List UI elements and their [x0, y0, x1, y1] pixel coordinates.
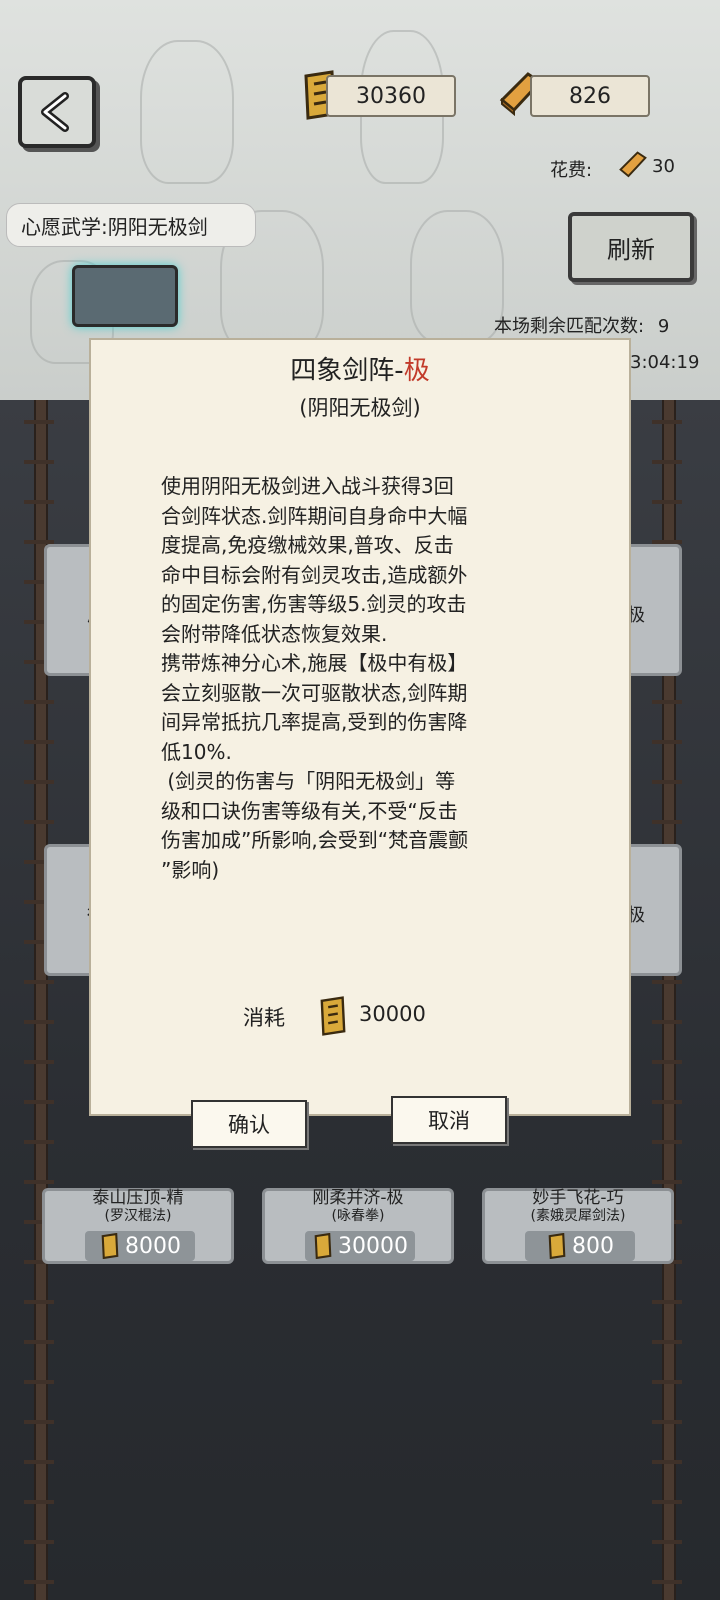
refresh-label: 刷新 — [607, 235, 655, 264]
back-arrow-icon — [41, 92, 69, 132]
card-item[interactable]: 妙手飞花-巧 (素娥灵犀剑法) 800 — [482, 1188, 674, 1264]
remaining-label: 本场剩余匹配次数: — [494, 316, 645, 337]
cancel-label: 取消 — [428, 1109, 470, 1133]
card-price: 8000 — [85, 1231, 195, 1261]
ladder-rung — [24, 700, 54, 704]
ladder-rung — [24, 820, 54, 824]
remaining-value: 9 — [657, 316, 670, 337]
signpost-icon[interactable] — [72, 265, 178, 327]
remaining-matches: 本场剩余匹配次数: 9 — [494, 312, 669, 338]
ladder-rung — [652, 500, 682, 504]
dialog-title-grade: 极 — [403, 356, 430, 386]
ladder-rung — [24, 1420, 54, 1424]
cost-value: 30 — [652, 156, 675, 177]
scroll-token-icon — [314, 1233, 332, 1259]
card-item[interactable]: 刚柔并济-极 (咏春拳) 30000 — [262, 1188, 454, 1264]
ladder-rung — [24, 1460, 54, 1464]
ladder-rung — [24, 1060, 54, 1064]
dialog-description: 使用阴阳无极剑进入战斗获得3回 合剑阵状态.剑阵期间自身命中大幅 度提高,免疫缴… — [161, 474, 469, 882]
dialog-title: 四象剑阵-极 — [91, 350, 629, 387]
ladder-rung — [652, 1500, 682, 1504]
card-price: 30000 — [305, 1231, 415, 1261]
scroll-token-icon — [320, 996, 346, 1036]
ladder-rung — [652, 820, 682, 824]
wish-label: 心愿武学:阴阳无极剑 — [21, 214, 208, 239]
ladder-rung — [24, 1580, 54, 1584]
cost-label: 花费: — [550, 160, 593, 181]
ladder-rung — [24, 1340, 54, 1344]
dialog-cost-label: 消耗 — [243, 1006, 285, 1030]
card-price-value: 800 — [572, 1233, 614, 1259]
ladder-rung — [24, 1380, 54, 1384]
ladder-rung — [24, 1500, 54, 1504]
card-subtitle: (素娥灵犀剑法) — [530, 1208, 626, 1224]
scroll-token-icon — [548, 1233, 566, 1259]
card-price-value: 30000 — [338, 1233, 408, 1259]
ladder-rung — [24, 1140, 54, 1144]
ladder-rung — [652, 1020, 682, 1024]
ladder-rung — [652, 980, 682, 984]
ladder-rung — [24, 1020, 54, 1024]
ladder-rung — [24, 1540, 54, 1544]
card-subtitle: (罗汉棍法) — [104, 1208, 172, 1224]
dialog-title-main: 四象剑阵- — [290, 356, 404, 386]
ladder-rung — [652, 1460, 682, 1464]
currency-primary-display: 30360 — [326, 75, 456, 117]
ladder-rung — [652, 1380, 682, 1384]
ladder-rung — [24, 460, 54, 464]
ladder-rung — [652, 1340, 682, 1344]
ladder-rung — [652, 700, 682, 704]
confirm-button[interactable]: 确认 — [191, 1100, 307, 1148]
ladder-rung — [652, 1540, 682, 1544]
currency-primary-value: 30360 — [356, 83, 426, 109]
cancel-button[interactable]: 取消 — [391, 1096, 507, 1144]
confirm-label: 确认 — [228, 1113, 270, 1137]
wish-martial-art[interactable]: 心愿武学:阴阳无极剑 — [6, 203, 256, 247]
scroll-token-icon — [101, 1233, 119, 1259]
ladder-rung — [24, 1100, 54, 1104]
currency-secondary-value: 826 — [569, 83, 611, 109]
card-item[interactable]: 泰山压顶-精 (罗汉棍法) 8000 — [42, 1188, 234, 1264]
ladder-rung — [652, 1420, 682, 1424]
card-price-value: 8000 — [125, 1233, 181, 1259]
card-row2-right[interactable]: 极 — [622, 844, 682, 976]
ladder-rung — [652, 1100, 682, 1104]
ladder-rung — [652, 460, 682, 464]
countdown-timer: 3:04:19 — [630, 352, 700, 373]
card-subtitle: (咏春拳) — [331, 1208, 385, 1224]
ladder-rung — [24, 740, 54, 744]
ladder-rung — [652, 780, 682, 784]
currency-secondary-display: 826 — [530, 75, 650, 117]
ladder-rung — [24, 980, 54, 984]
dialog-cost-value: 30000 — [359, 1002, 426, 1026]
ladder-rung — [24, 500, 54, 504]
dialog-subtitle: (阴阳无极剑) — [299, 396, 421, 420]
back-button[interactable] — [18, 76, 96, 148]
ladder-rung — [652, 1580, 682, 1584]
card-row1-right[interactable]: 极 — [622, 544, 682, 676]
ladder-rung — [24, 420, 54, 424]
ladder-rung — [652, 1060, 682, 1064]
purchase-dialog: 四象剑阵-极 (阴阳无极剑) 使用阴阳无极剑进入战斗获得3回 合剑阵状态.剑阵期… — [89, 338, 631, 1148]
gold-bar-small-icon — [619, 151, 647, 178]
ladder-rung — [652, 1300, 682, 1304]
ladder-rung — [652, 740, 682, 744]
card-price: 800 — [525, 1231, 635, 1261]
ladder-rung — [24, 1300, 54, 1304]
ladder-rung — [652, 1140, 682, 1144]
ladder-rung — [652, 420, 682, 424]
ladder-rung — [24, 780, 54, 784]
refresh-button[interactable]: 刷新 — [568, 212, 694, 282]
